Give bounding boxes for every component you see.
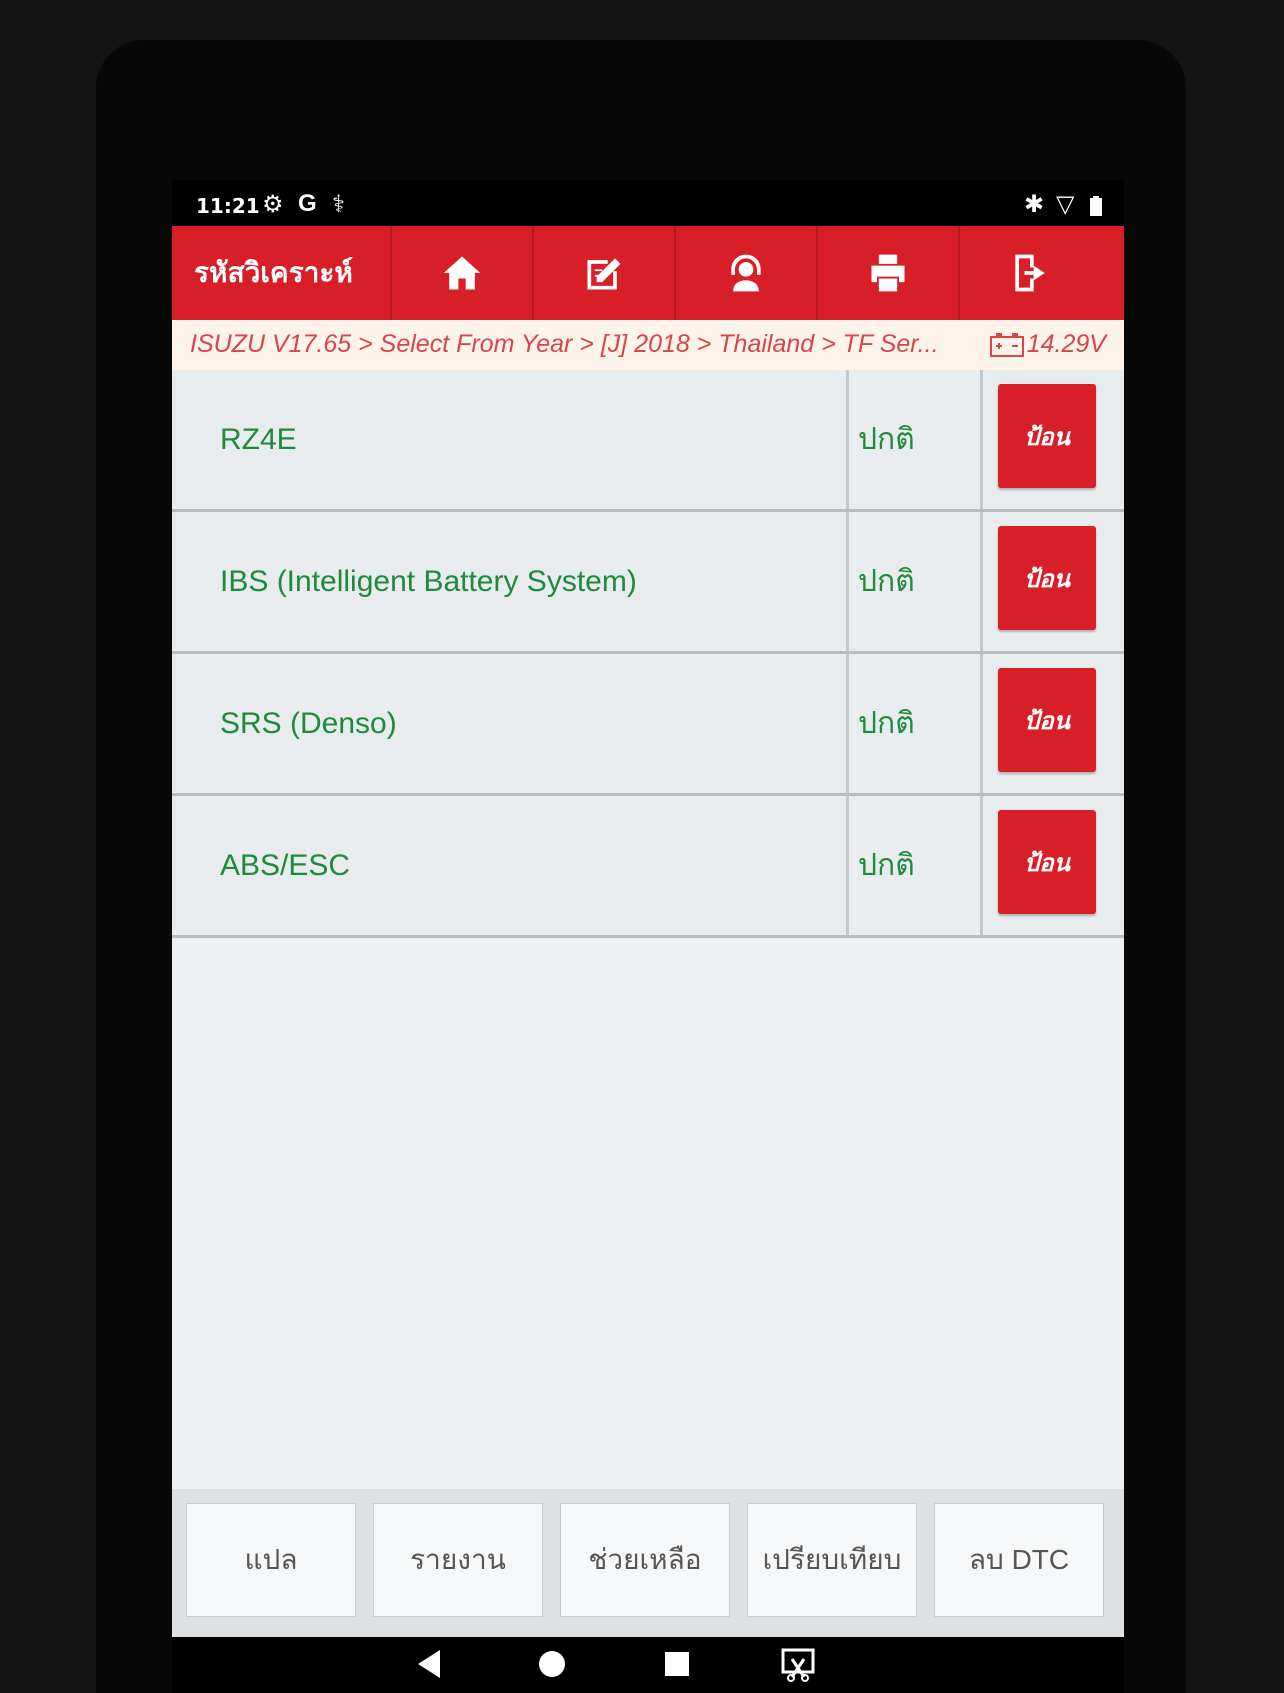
- page-title: รหัสวิเคราะห์: [194, 256, 353, 289]
- edit-icon: [587, 258, 621, 290]
- wifi-icon: ▽: [1056, 190, 1075, 218]
- breadcrumb: ISUZU V17.65 > Select From Year > [J] 20…: [172, 320, 1124, 370]
- status-time: 11:21: [196, 194, 260, 218]
- list-item: SRS (Denso) ปกติ ป้อน: [172, 654, 1124, 796]
- system-name: IBS (Intelligent Battery System): [220, 564, 637, 598]
- divider: [980, 370, 983, 509]
- report-button[interactable]: รายงาน: [373, 1503, 543, 1617]
- enter-button[interactable]: ป้อน: [998, 384, 1096, 488]
- system-name: ABS/ESC: [220, 848, 351, 882]
- breadcrumb-path: ISUZU V17.65 > Select From Year > [J] 20…: [190, 330, 939, 358]
- voltage-value: 14.29V: [1026, 330, 1106, 358]
- device-screen: 11:21 ⚙ G ⚕ ✱ ▽ รหัสวิเคราะห์ ISUZU V17.…: [172, 180, 1124, 1693]
- system-status: ปกติ: [858, 707, 915, 740]
- system-status: ปกติ: [858, 423, 915, 456]
- divider: [980, 654, 983, 793]
- exit-button[interactable]: [958, 226, 1100, 320]
- enter-button[interactable]: ป้อน: [998, 668, 1096, 772]
- app-header: รหัสวิเคราะห์: [172, 226, 1124, 320]
- translate-button[interactable]: แปล: [186, 1503, 356, 1617]
- list-item: RZ4E ปกติ ป้อน: [172, 370, 1124, 512]
- settings-gear-icon: ⚙: [262, 190, 284, 218]
- battery-icon: [1090, 194, 1102, 222]
- usb-debug-icon: ⚕: [332, 190, 345, 218]
- home-button[interactable]: [390, 226, 532, 320]
- systems-list: RZ4E ปกติ ป้อน IBS (Intelligent Battery …: [172, 370, 1124, 1489]
- recents-icon[interactable]: [662, 1647, 692, 1681]
- edit-button[interactable]: [532, 226, 674, 320]
- list-item: ABS/ESC ปกติ ป้อน: [172, 796, 1124, 938]
- list-item: IBS (Intelligent Battery System) ปกติ ป้…: [172, 512, 1124, 654]
- print-icon: [871, 254, 905, 292]
- exit-icon: [1015, 254, 1045, 292]
- home-icon: [443, 256, 481, 290]
- divider: [846, 512, 849, 651]
- divider: [846, 796, 849, 935]
- screenshot-icon[interactable]: [780, 1647, 816, 1683]
- car-battery-icon: [989, 332, 1024, 357]
- google-icon: G: [298, 190, 317, 217]
- help-button[interactable]: ช่วยเหลือ: [560, 1503, 730, 1617]
- clear-dtc-button[interactable]: ลบ DTC: [934, 1503, 1104, 1617]
- home-circle-icon[interactable]: [536, 1647, 568, 1681]
- bluetooth-icon: ✱: [1024, 190, 1045, 218]
- system-name: SRS (Denso): [220, 706, 397, 740]
- enter-button[interactable]: ป้อน: [998, 526, 1096, 630]
- print-button[interactable]: [816, 226, 958, 320]
- system-name: RZ4E: [220, 422, 297, 456]
- support-button[interactable]: [674, 226, 816, 320]
- compare-button[interactable]: เปรียบเทียบ: [747, 1503, 917, 1617]
- divider: [980, 512, 983, 651]
- bottom-toolbar: แปล รายงาน ช่วยเหลือ เปรียบเทียบ ลบ DTC: [172, 1489, 1124, 1637]
- system-status: ปกติ: [858, 565, 915, 598]
- support-agent-icon: [731, 254, 761, 292]
- divider: [846, 654, 849, 793]
- divider: [980, 796, 983, 935]
- system-status: ปกติ: [858, 849, 915, 882]
- battery-voltage: 14.29V: [989, 330, 1106, 359]
- back-icon[interactable]: [414, 1647, 444, 1681]
- navigation-bar: [172, 1637, 1124, 1693]
- status-bar: 11:21 ⚙ G ⚕ ✱ ▽: [172, 180, 1124, 226]
- divider: [846, 370, 849, 509]
- enter-button[interactable]: ป้อน: [998, 810, 1096, 914]
